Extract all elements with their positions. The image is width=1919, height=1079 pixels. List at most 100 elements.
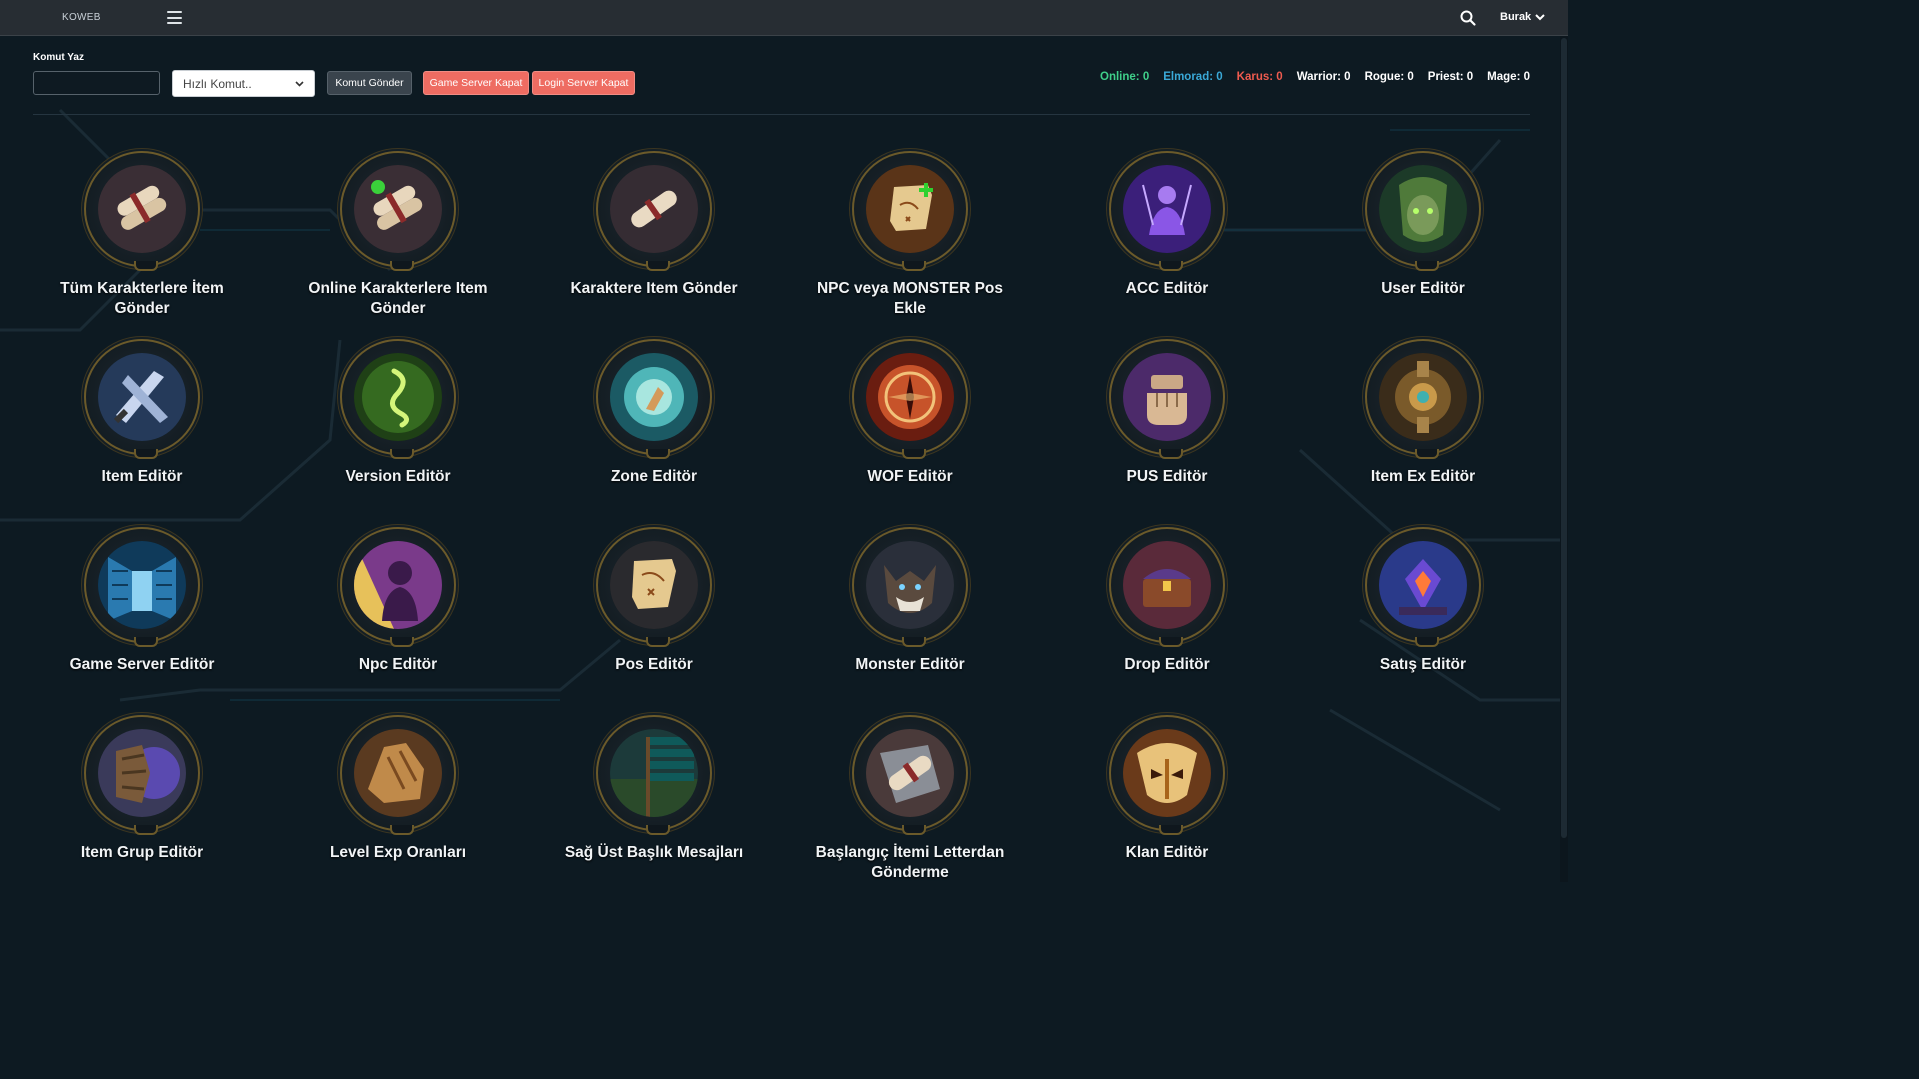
- scrolls-icon: [98, 165, 186, 253]
- tile-icon-frame: [340, 527, 456, 647]
- tile-icon-frame: [1365, 151, 1481, 271]
- tile-label: Satış Editör: [1379, 656, 1467, 673]
- tile-icon-frame: [84, 715, 200, 835]
- search-icon[interactable]: [1459, 9, 1477, 27]
- send-command-button[interactable]: Komut Gönder: [327, 71, 412, 95]
- quick-command-select[interactable]: Hızlı Komut..: [172, 70, 315, 97]
- gear-icon: [1379, 353, 1467, 441]
- tile-label: Npc Editör: [358, 656, 438, 673]
- fire-emblem-icon: [866, 353, 954, 441]
- command-label: Komut Yaz: [33, 52, 84, 63]
- tile-label: Monster Editör: [855, 656, 965, 673]
- tile-label: Item Editör: [101, 468, 183, 485]
- scrollbar-thumb[interactable]: [1561, 38, 1567, 838]
- tile-icon-frame: [84, 339, 200, 459]
- editor-tile[interactable]: Başlangıç İtemi Letterdan Gönderme: [810, 715, 1010, 883]
- rock-hand-icon: [354, 729, 442, 817]
- tile-label: User Editör: [1381, 280, 1465, 297]
- command-input[interactable]: [33, 71, 160, 95]
- tile-icon-frame: [340, 339, 456, 459]
- shop-crystal-icon: [1379, 541, 1467, 629]
- scrolls-online-icon: [354, 165, 442, 253]
- tile-icon-frame: [596, 151, 712, 271]
- purple-figure-icon: [1123, 165, 1211, 253]
- editor-tile[interactable]: Monster Editör: [810, 527, 1010, 675]
- tile-icon-frame: [340, 715, 456, 835]
- editor-tile[interactable]: Zone Editör: [554, 339, 754, 487]
- user-name: Burak: [1500, 11, 1532, 23]
- editor-tile[interactable]: Version Editör: [298, 339, 498, 487]
- swords-icon: [98, 353, 186, 441]
- divider: [33, 114, 1530, 115]
- editor-tile[interactable]: Online Karakterlere Item Gönder: [298, 151, 498, 319]
- stat-item: Online: 0: [1100, 71, 1150, 83]
- wolf-icon: [866, 541, 954, 629]
- editor-tile[interactable]: Npc Editör: [298, 527, 498, 675]
- map-plus-icon: [866, 165, 954, 253]
- tile-label: Klan Editör: [1125, 844, 1209, 861]
- stat-item: Elmorad: 0: [1163, 71, 1223, 83]
- editor-tile[interactable]: Tüm Karakterlere İtem Gönder: [42, 151, 242, 319]
- tile-label: Item Ex Editör: [1370, 468, 1476, 485]
- fist-icon: [1123, 353, 1211, 441]
- tile-icon-frame: [596, 527, 712, 647]
- green-rune-icon: [354, 353, 442, 441]
- editor-tile[interactable]: Sağ Üst Başlık Mesajları: [554, 715, 754, 863]
- editor-tile[interactable]: Item Editör: [42, 339, 242, 487]
- tile-label: Version Editör: [345, 468, 451, 485]
- game-server-close-button[interactable]: Game Server Kapat: [423, 71, 529, 95]
- tile-icon-frame: [1109, 715, 1225, 835]
- tile-icon-frame: [596, 715, 712, 835]
- editor-tile[interactable]: User Editör: [1323, 151, 1523, 299]
- top-navbar: KOWEB Burak: [0, 0, 1568, 36]
- tile-icon-frame: [1365, 527, 1481, 647]
- tile-label: Sağ Üst Başlık Mesajları: [564, 844, 744, 861]
- tile-label: Online Karakterlere Item Gönder: [308, 280, 488, 317]
- server-room-icon: [98, 541, 186, 629]
- editor-tile[interactable]: NPC veya MONSTER Pos Ekle: [810, 151, 1010, 319]
- editor-tile[interactable]: Game Server Editör: [42, 527, 242, 675]
- shield-group-icon: [98, 729, 186, 817]
- editor-tile[interactable]: Pos Editör: [554, 527, 754, 675]
- tile-label: Game Server Editör: [69, 656, 215, 673]
- brand-logo[interactable]: KOWEB: [62, 12, 101, 23]
- editor-tile[interactable]: Item Ex Editör: [1323, 339, 1523, 487]
- letter-shield-icon: [866, 729, 954, 817]
- npc-silhouette-icon: [354, 541, 442, 629]
- cyan-portal-icon: [610, 353, 698, 441]
- tile-label: Başlangıç İtemi Letterdan Gönderme: [815, 844, 1005, 881]
- quick-command-value: Hızlı Komut..: [183, 76, 252, 91]
- tile-icon-frame: [340, 151, 456, 271]
- editor-tile[interactable]: WOF Editör: [810, 339, 1010, 487]
- editor-tile[interactable]: Drop Editör: [1067, 527, 1267, 675]
- editor-tile[interactable]: Item Grup Editör: [42, 715, 242, 863]
- tile-label: Level Exp Oranları: [329, 844, 467, 861]
- tile-icon-frame: [84, 527, 200, 647]
- tile-label: Tüm Karakterlere İtem Gönder: [60, 280, 224, 317]
- tile-label: NPC veya MONSTER Pos Ekle: [816, 280, 1004, 317]
- editor-tile[interactable]: Klan Editör: [1067, 715, 1267, 863]
- editor-tile[interactable]: Satış Editör: [1323, 527, 1523, 675]
- editor-tile[interactable]: PUS Editör: [1067, 339, 1267, 487]
- editor-tile[interactable]: Karaktere Item Gönder: [554, 151, 754, 299]
- tile-icon-frame: [1109, 527, 1225, 647]
- tile-icon-frame: [596, 339, 712, 459]
- tile-icon-frame: [1109, 151, 1225, 271]
- stat-item: Rogue: 0: [1364, 71, 1414, 83]
- clan-mask-icon: [1123, 729, 1211, 817]
- server-stats: Online: 0 Elmorad: 0 Karus: 0 Warrior: 0 Rog…: [1100, 71, 1530, 83]
- tile-icon-frame: [852, 339, 968, 459]
- tile-label: ACC Editör: [1125, 280, 1209, 297]
- tile-icon-frame: [852, 715, 968, 835]
- user-menu[interactable]: Burak: [1500, 11, 1545, 23]
- menu-toggle-icon[interactable]: [167, 11, 182, 24]
- editor-tile[interactable]: Level Exp Oranları: [298, 715, 498, 863]
- chest-icon: [1123, 541, 1211, 629]
- signpost-icon: [610, 729, 698, 817]
- editor-tile[interactable]: ACC Editör: [1067, 151, 1267, 299]
- tile-icon-frame: [1365, 339, 1481, 459]
- tile-label: Zone Editör: [610, 468, 698, 485]
- stat-item: Priest: 0: [1427, 71, 1474, 83]
- login-server-close-button[interactable]: Login Server Kapat: [532, 71, 635, 95]
- tile-icon-frame: [1109, 339, 1225, 459]
